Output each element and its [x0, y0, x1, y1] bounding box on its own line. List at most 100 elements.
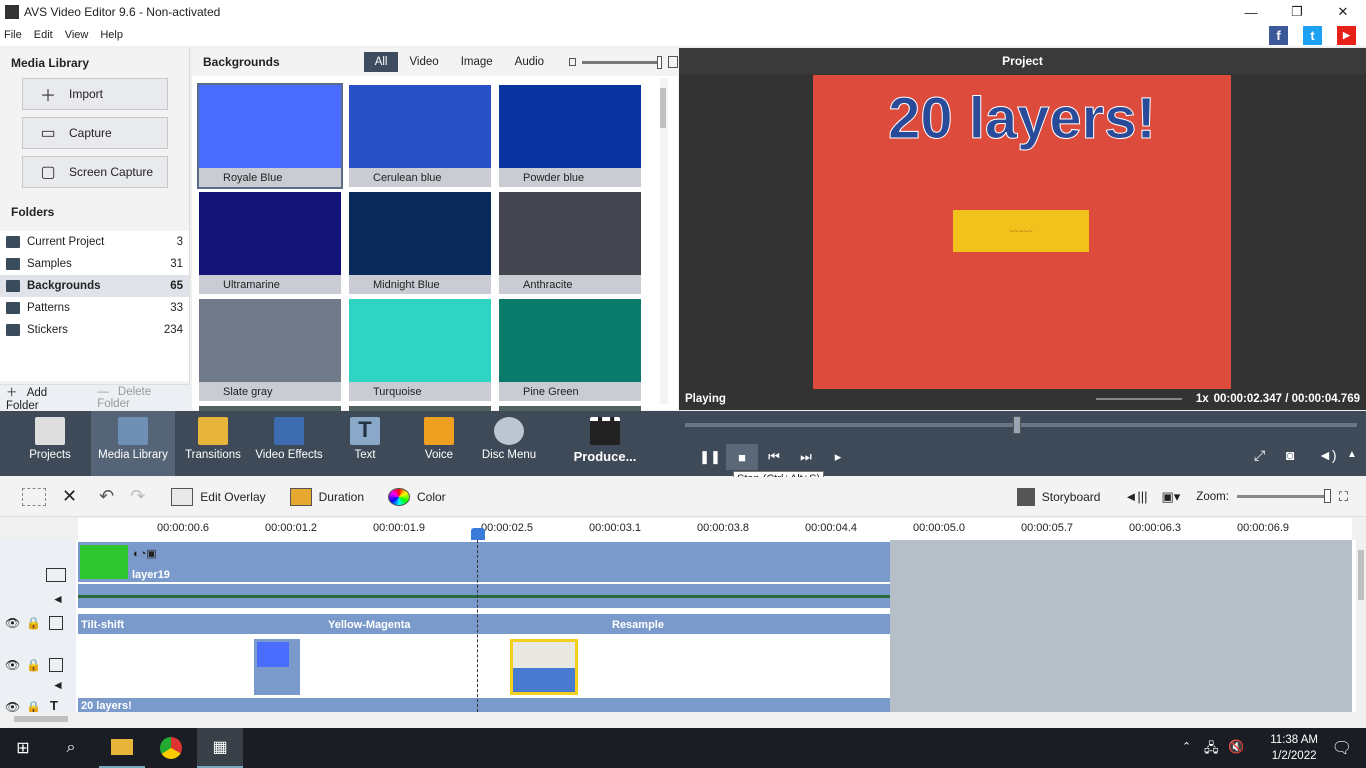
playhead-handle[interactable]	[471, 528, 485, 540]
notifications-icon[interactable]: 🗨	[1332, 738, 1352, 758]
maximize-button[interactable]: ❐	[1274, 0, 1320, 24]
disc-menu-button[interactable]: Disc Menu	[481, 417, 537, 461]
speed-slider[interactable]	[1095, 398, 1182, 400]
background-thumbnail[interactable]: Ultramarine	[199, 192, 341, 294]
folders-title: Folders	[11, 205, 55, 219]
background-label: Powder blue	[499, 168, 641, 187]
close-button[interactable]: ✕	[1320, 0, 1366, 24]
text-clip[interactable]: 20 layers!	[78, 698, 890, 712]
duration-button[interactable]: Duration	[289, 487, 364, 506]
folder-patterns[interactable]: Patterns 33	[0, 297, 189, 319]
timeline-vertical-scrollbar[interactable]	[1356, 540, 1366, 712]
menu-file[interactable]: File	[4, 29, 22, 41]
effect-clip-resample[interactable]: Resample	[612, 619, 664, 631]
volume-muted-icon[interactable]: 🔇	[1228, 739, 1244, 755]
screen-capture-button[interactable]: ▢ Screen Capture	[22, 156, 168, 188]
background-thumbnail[interactable]: Powder blue	[499, 85, 641, 187]
playhead[interactable]	[477, 540, 478, 712]
overlay-clip-blue[interactable]	[254, 639, 300, 695]
windows-start-icon[interactable]: ⊞	[0, 728, 46, 768]
network-icon[interactable]: 🖧	[1204, 739, 1219, 761]
audio-mixer-icon[interactable]: ◄|||	[1124, 489, 1147, 504]
eye-icon[interactable]: 👁	[5, 616, 20, 630]
display-options-icon[interactable]: ▣▾	[1161, 489, 1180, 505]
background-thumbnail[interactable]: Royale Blue	[197, 83, 343, 189]
timeline-ruler[interactable]: 00:00:00.6 00:00:01.2 00:00:01.9 00:00:02.5…	[78, 518, 1352, 540]
capture-button[interactable]: ▭ Capture	[22, 117, 168, 149]
background-thumbnail[interactable]: Midnight Blue	[349, 192, 491, 294]
text-button[interactable]: T Text	[345, 417, 385, 461]
volume-icon[interactable]: ◄)	[1318, 447, 1337, 463]
lock-icon[interactable]: 🔒	[26, 658, 41, 672]
snapshot-icon[interactable]: ◙	[1286, 447, 1294, 463]
lock-icon[interactable]: 🔒	[26, 616, 41, 630]
minimize-button[interactable]: —	[1228, 0, 1274, 24]
system-clock[interactable]: 11:38 AM 1/2/2022	[1270, 732, 1318, 764]
folder-stickers[interactable]: Stickers 234	[0, 319, 189, 341]
projects-button[interactable]: Projects	[25, 417, 75, 461]
timeline-horizontal-scrollbar[interactable]	[0, 712, 1352, 728]
file-explorer-icon[interactable]	[99, 728, 145, 768]
pause-button[interactable]: ❚❚	[694, 444, 726, 470]
background-thumbnail[interactable]: Anthracite	[499, 192, 641, 294]
twitter-icon[interactable]: t	[1303, 26, 1322, 45]
zoom-slider[interactable]	[1236, 489, 1331, 503]
menu-help[interactable]: Help	[100, 29, 123, 41]
tab-audio[interactable]: Audio	[504, 52, 555, 72]
large-thumbnail-icon[interactable]	[667, 56, 678, 68]
tab-video[interactable]: Video	[398, 52, 449, 72]
overlay-clip-sticker[interactable]	[510, 639, 578, 695]
split-icon[interactable]	[22, 487, 46, 506]
previous-frame-button[interactable]: ⏮	[758, 444, 790, 470]
delete-folder-button[interactable]: — Delete Folder	[91, 382, 190, 414]
background-thumbnail[interactable]: Turquoise	[349, 299, 491, 401]
search-icon[interactable]: ⌕	[48, 728, 94, 768]
next-frame-button[interactable]: ⏭	[790, 444, 822, 470]
produce-button[interactable]: Produce...	[570, 417, 640, 464]
voice-button[interactable]: Voice	[419, 417, 459, 461]
menu-view[interactable]: View	[65, 29, 89, 41]
effect-track-icon	[49, 616, 63, 630]
folder-current-project[interactable]: Current Project 3	[0, 231, 189, 253]
import-button[interactable]: ＋ Import	[22, 78, 168, 110]
monitor-icon: ▢	[40, 164, 56, 181]
media-library-button[interactable]: Media Library	[91, 411, 175, 476]
fullscreen-icon[interactable]: ⤢	[1254, 447, 1265, 464]
tray-chevron-icon[interactable]: ⌃	[1182, 740, 1191, 753]
fit-timeline-icon[interactable]: ⛶	[1339, 489, 1348, 505]
backgrounds-scrollbar[interactable]	[660, 78, 668, 404]
menu-edit[interactable]: Edit	[34, 29, 53, 41]
tab-image[interactable]: Image	[450, 52, 504, 72]
background-thumbnail[interactable]: Slate gray	[199, 299, 341, 401]
undo-icon[interactable]: ↶	[99, 486, 114, 507]
background-swatch	[499, 192, 641, 275]
video-clip[interactable]: ◐◔▣ layer19	[78, 542, 890, 582]
background-thumbnail[interactable]: Pine Green	[499, 299, 641, 401]
tab-all[interactable]: All	[363, 52, 399, 72]
audio-waveform[interactable]	[78, 584, 890, 608]
chrome-icon[interactable]	[148, 728, 194, 768]
collapse-icon[interactable]: ▲	[1347, 449, 1357, 460]
video-effects-button[interactable]: Video Effects	[254, 417, 324, 461]
background-thumbnail[interactable]: Cerulean blue	[349, 85, 491, 187]
effect-clip-yellow-magenta[interactable]: Yellow-Magenta	[328, 619, 411, 631]
edit-overlay-button[interactable]: Edit Overlay	[171, 487, 266, 506]
redo-icon[interactable]: ↷	[130, 486, 145, 507]
transitions-button[interactable]: Transitions	[184, 417, 242, 461]
folder-samples[interactable]: Samples 31	[0, 253, 189, 275]
frame-step-button[interactable]: ▸	[822, 444, 854, 470]
eye-icon[interactable]: 👁	[5, 658, 20, 672]
facebook-icon[interactable]: f	[1269, 26, 1288, 45]
thumbnail-size-slider[interactable]	[582, 55, 662, 69]
avs-video-editor-icon[interactable]: ▦	[197, 728, 243, 768]
folder-backgrounds[interactable]: Backgrounds 65	[0, 275, 189, 297]
folder-icon	[6, 302, 20, 314]
seek-bar[interactable]	[685, 416, 1357, 434]
small-thumbnail-icon[interactable]	[569, 58, 577, 66]
delete-icon[interactable]: ✕	[62, 486, 77, 507]
color-button[interactable]: Color	[388, 487, 446, 506]
youtube-icon[interactable]: ▶	[1337, 26, 1356, 45]
storyboard-button[interactable]: Storyboard	[1016, 487, 1100, 506]
stop-button[interactable]: ■	[726, 444, 758, 470]
effect-clip-tilt-shift[interactable]: Tilt-shift	[81, 619, 124, 631]
